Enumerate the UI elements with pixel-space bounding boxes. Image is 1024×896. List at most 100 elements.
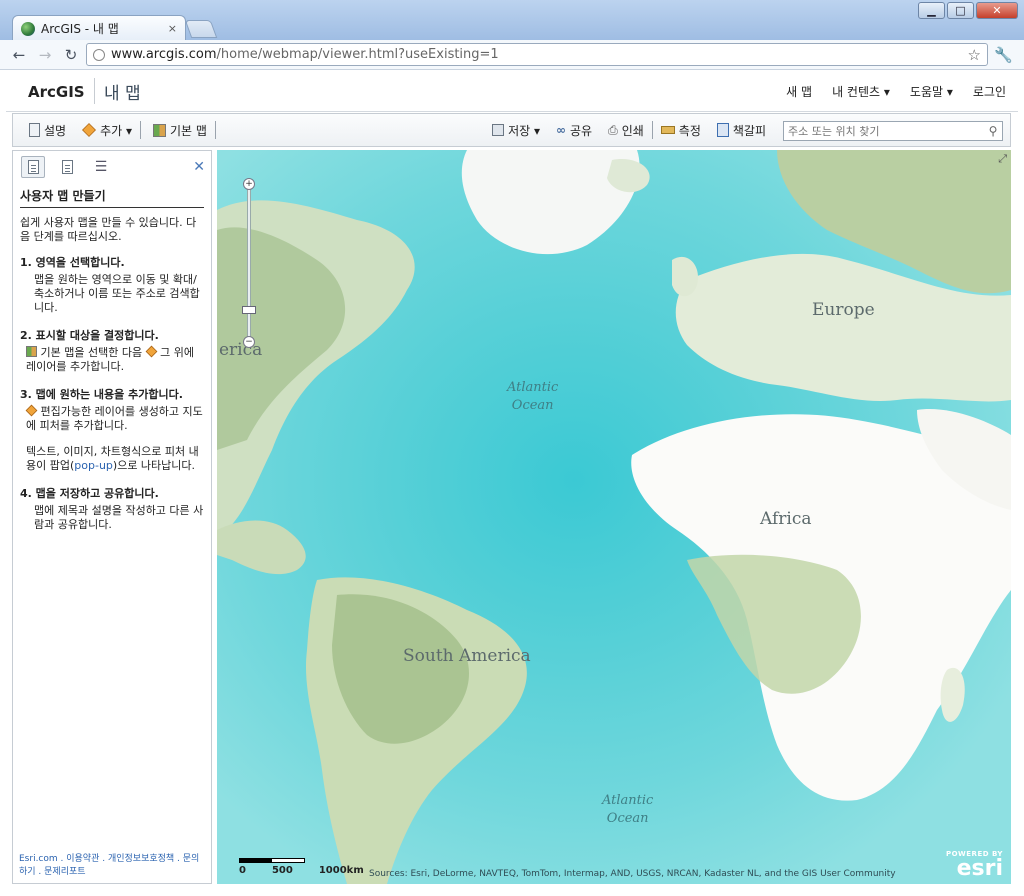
label-atlantic-north: Atlantic Ocean (507, 379, 558, 415)
tab-legend[interactable]: ☰ (89, 156, 113, 178)
content-doc-icon (61, 160, 73, 174)
window-close-button[interactable]: ✕ (976, 2, 1018, 19)
browser-tab[interactable]: ArcGIS - 내 맵 × (12, 15, 186, 41)
label-south-america: South America (403, 646, 531, 666)
label-africa: Africa (760, 509, 812, 529)
step-3: 3. 맵에 원하는 내용을 추가합니다. 편집가능한 레이어를 생성하고 지도에… (20, 388, 204, 473)
zoom-in-button[interactable]: + (243, 178, 255, 190)
tab-title: ArcGIS - 내 맵 (41, 22, 119, 36)
arcgis-logo[interactable]: ArcGIS (28, 83, 85, 101)
panel-tabs: ☰ (13, 151, 211, 183)
save-button[interactable]: 저장 ▾ (484, 122, 548, 139)
tab-close-icon[interactable]: × (168, 22, 177, 35)
label-europe: Europe (812, 300, 875, 320)
tab-details[interactable] (21, 156, 45, 178)
add-label: 추가 ▾ (100, 123, 133, 138)
location-search-input[interactable] (788, 124, 984, 138)
share-button[interactable]: ∞ 공유 (548, 122, 600, 139)
map-attribution: Sources: Esri, DeLorme, NAVTEQ, TomTom, … (369, 869, 896, 879)
zoom-slider[interactable]: + − (242, 178, 256, 348)
search-icon[interactable]: ⚲ (984, 124, 1002, 138)
details-icon (29, 123, 40, 137)
bookmarks-label: 책갈피 (732, 123, 766, 138)
ocean-label-line1: Atlantic (602, 793, 654, 808)
print-button[interactable]: ⎙ 인쇄 (600, 122, 652, 139)
zoom-track[interactable] (247, 182, 251, 344)
bookmark-star-icon[interactable]: ☆ (968, 46, 981, 64)
esri-wordmark: esri (956, 856, 1003, 881)
section-title: 내 맵 (104, 84, 141, 104)
nav-help[interactable]: 도움말 ▾ (910, 83, 953, 100)
header-divider (94, 78, 95, 104)
tab-content[interactable] (55, 156, 79, 178)
step-heading: 1. 영역을 선택합니다. (20, 256, 125, 269)
zoom-handle[interactable] (242, 306, 256, 314)
forward-arrow-icon[interactable]: → (36, 46, 54, 64)
panel-close-icon[interactable]: ✕ (193, 159, 205, 175)
save-icon (492, 124, 505, 136)
panel-intro: 쉽게 사용자 맵을 만들 수 있습니다. 다음 단계를 따르십시오. (20, 216, 197, 243)
add-button[interactable]: 추가 ▾ (74, 122, 140, 139)
left-panel: ☰ ✕ 사용자 맵 만들기 쉽게 사용자 맵을 만들 수 있습니다. 다음 단계… (12, 150, 212, 884)
ruler-icon (660, 126, 675, 134)
measure-button[interactable]: 측정 (653, 122, 709, 139)
popup-link[interactable]: pop-up (74, 459, 113, 472)
panel-footer-links[interactable]: Esri.com . 이용약관 . 개인정보보호정책 . 문의하기 . 문제리포… (19, 853, 205, 879)
edit-mini-icon (25, 404, 38, 417)
expand-icon[interactable]: ⤢ (998, 152, 1007, 166)
step-2: 2. 표시할 대상을 결정합니다. 기본 맵을 선택한 다음 그 위에 레이어를… (20, 329, 204, 374)
wrench-menu-icon[interactable]: 🔧 (994, 46, 1013, 64)
page-info-icon[interactable] (93, 48, 105, 61)
app-header: ArcGIS 내 맵 새 맵 내 컨텐츠 ▾ 도움말 ▾ 로그인 (6, 70, 1018, 112)
bookmarks-button[interactable]: 책갈피 (709, 122, 774, 139)
nav-my-content[interactable]: 내 컨텐츠 ▾ (832, 83, 890, 100)
zoom-out-button[interactable]: − (243, 336, 255, 348)
address-bar[interactable]: www.arcgis.com/home/webmap/viewer.html?u… (86, 43, 988, 66)
reload-icon[interactable]: ↻ (62, 46, 80, 64)
nav-new-map[interactable]: 새 맵 (786, 83, 812, 100)
map-toolbar: 설명 추가 ▾ 기본 맵 저장 ▾ ∞ 공유 ⎙ 인쇄 측정 책갈피 ⚲ (12, 113, 1011, 147)
bookmark-book-icon (716, 123, 729, 137)
step-heading: 4. 맵을 저장하고 공유합니다. (20, 487, 159, 500)
basemap-button[interactable]: 기본 맵 (145, 122, 215, 139)
step-text: 맵에 제목과 설명을 작성하고 다른 사람과 공유합니다. (34, 504, 204, 531)
details-doc-icon (27, 160, 39, 174)
details-label: 설명 (44, 123, 67, 138)
share-link-icon: ∞ (555, 123, 566, 137)
step-text: 편집가능한 레이어를 생성하고 지도에 피처를 추가합니다. (26, 405, 203, 432)
ocean-label-line2: Ocean (606, 811, 649, 826)
basemap-icon (153, 123, 167, 137)
map-view[interactable]: erica Europe Africa South America Atlant… (217, 150, 1011, 884)
maximize-button[interactable]: □ (947, 2, 974, 19)
top-nav: 새 맵 내 컨텐츠 ▾ 도움말 ▾ 로그인 (786, 83, 1006, 100)
location-search: ⚲ (783, 121, 1003, 141)
step-text: 맵을 원하는 영역으로 이동 및 확대/축소하거나 이름 또는 주소로 검색합니… (34, 273, 200, 314)
step-text2-b: )으로 나타납니다. (112, 459, 196, 472)
printer-icon: ⎙ (608, 122, 618, 137)
window-controls: ▁ □ ✕ (918, 2, 1018, 19)
scale-label: 0 (239, 865, 246, 876)
basemap-land (217, 150, 1011, 884)
scale-bar-graphic (239, 858, 305, 863)
toolbar-divider (140, 121, 142, 139)
minimize-button[interactable]: ▁ (918, 2, 945, 19)
back-arrow-icon[interactable]: ← (10, 46, 28, 64)
details-button[interactable]: 설명 (21, 122, 74, 139)
esri-logo[interactable]: POWERED BY esri (946, 850, 1003, 880)
toolbar-divider (214, 121, 216, 139)
browser-titlebar: ArcGIS - 내 맵 × ▁ □ ✕ (0, 0, 1024, 41)
ocean-label-line1: Atlantic (507, 380, 559, 395)
panel-body: 쉽게 사용자 맵을 만들 수 있습니다. 다음 단계를 따르십시오. 1. 영역… (13, 208, 211, 554)
nav-sign-in[interactable]: 로그인 (973, 83, 1006, 100)
new-tab-button[interactable] (184, 20, 218, 38)
url-text[interactable]: www.arcgis.com/home/webmap/viewer.html?u… (111, 47, 962, 62)
step-heading: 3. 맵에 원하는 내용을 추가합니다. (20, 388, 183, 401)
measure-label: 측정 (678, 123, 701, 138)
step-heading: 2. 표시할 대상을 결정합니다. (20, 329, 159, 342)
scale-label: 500 (271, 865, 293, 876)
print-label: 인쇄 (621, 123, 644, 138)
save-label: 저장 ▾ (508, 123, 540, 138)
step-1: 1. 영역을 선택합니다. 맵을 원하는 영역으로 이동 및 확대/축소하거나 … (20, 256, 204, 315)
scale-bar: 0 500 1000km (239, 858, 364, 876)
step-text-a: 기본 맵을 선택한 다음 (40, 346, 143, 359)
